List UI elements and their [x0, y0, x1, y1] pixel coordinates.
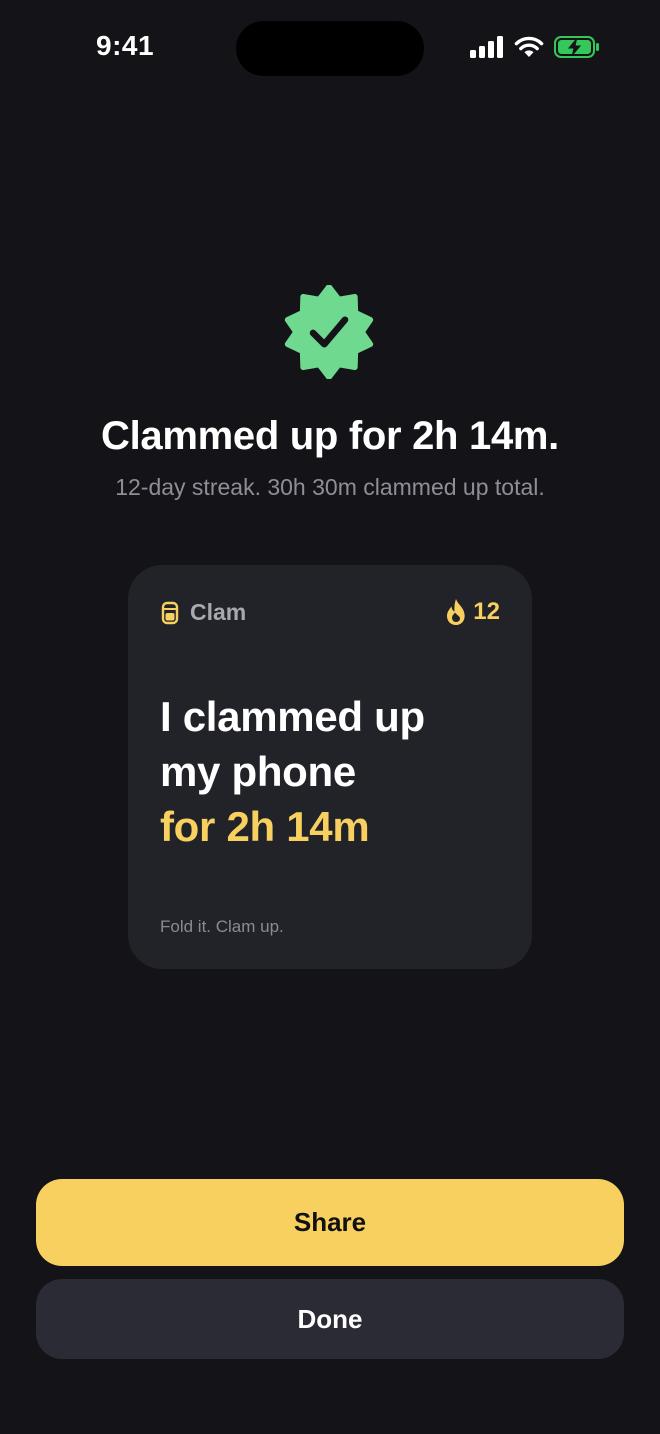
- clam-phone-icon: [161, 601, 179, 624]
- card-message-line: my phone: [160, 748, 356, 795]
- card-streak-count: 12: [473, 598, 500, 625]
- battery-charging-icon: [554, 36, 599, 58]
- card-message: I clammed up my phone for 2h 14m: [160, 689, 510, 854]
- card-message-line: I clammed up: [160, 693, 425, 740]
- result-subline: 12-day streak. 30h 30m clammed up total.: [115, 474, 545, 500]
- verified-check-badge-icon: [284, 285, 374, 379]
- card-message-highlight: for 2h 14m: [160, 803, 370, 850]
- status-time: 9:41: [96, 30, 155, 61]
- card-tagline: Fold it. Clam up.: [160, 917, 284, 936]
- share-button[interactable]: Share: [36, 1179, 624, 1266]
- share-card: Clam 12 I clammed up my phone for 2h 14m…: [128, 565, 532, 969]
- wifi-icon: [514, 36, 544, 57]
- status-icons: [470, 36, 600, 58]
- cellular-signal-icon: [470, 36, 503, 58]
- dynamic-island: [236, 21, 424, 76]
- done-button[interactable]: Done: [36, 1279, 624, 1359]
- status-bar: 9:41: [0, 0, 660, 100]
- card-brand: Clam: [160, 599, 246, 626]
- card-streak: 12: [445, 598, 500, 626]
- flame-icon: [447, 599, 465, 625]
- result-headline: Clammed up for 2h 14m.: [101, 414, 559, 458]
- card-brand-name: Clam: [190, 599, 247, 625]
